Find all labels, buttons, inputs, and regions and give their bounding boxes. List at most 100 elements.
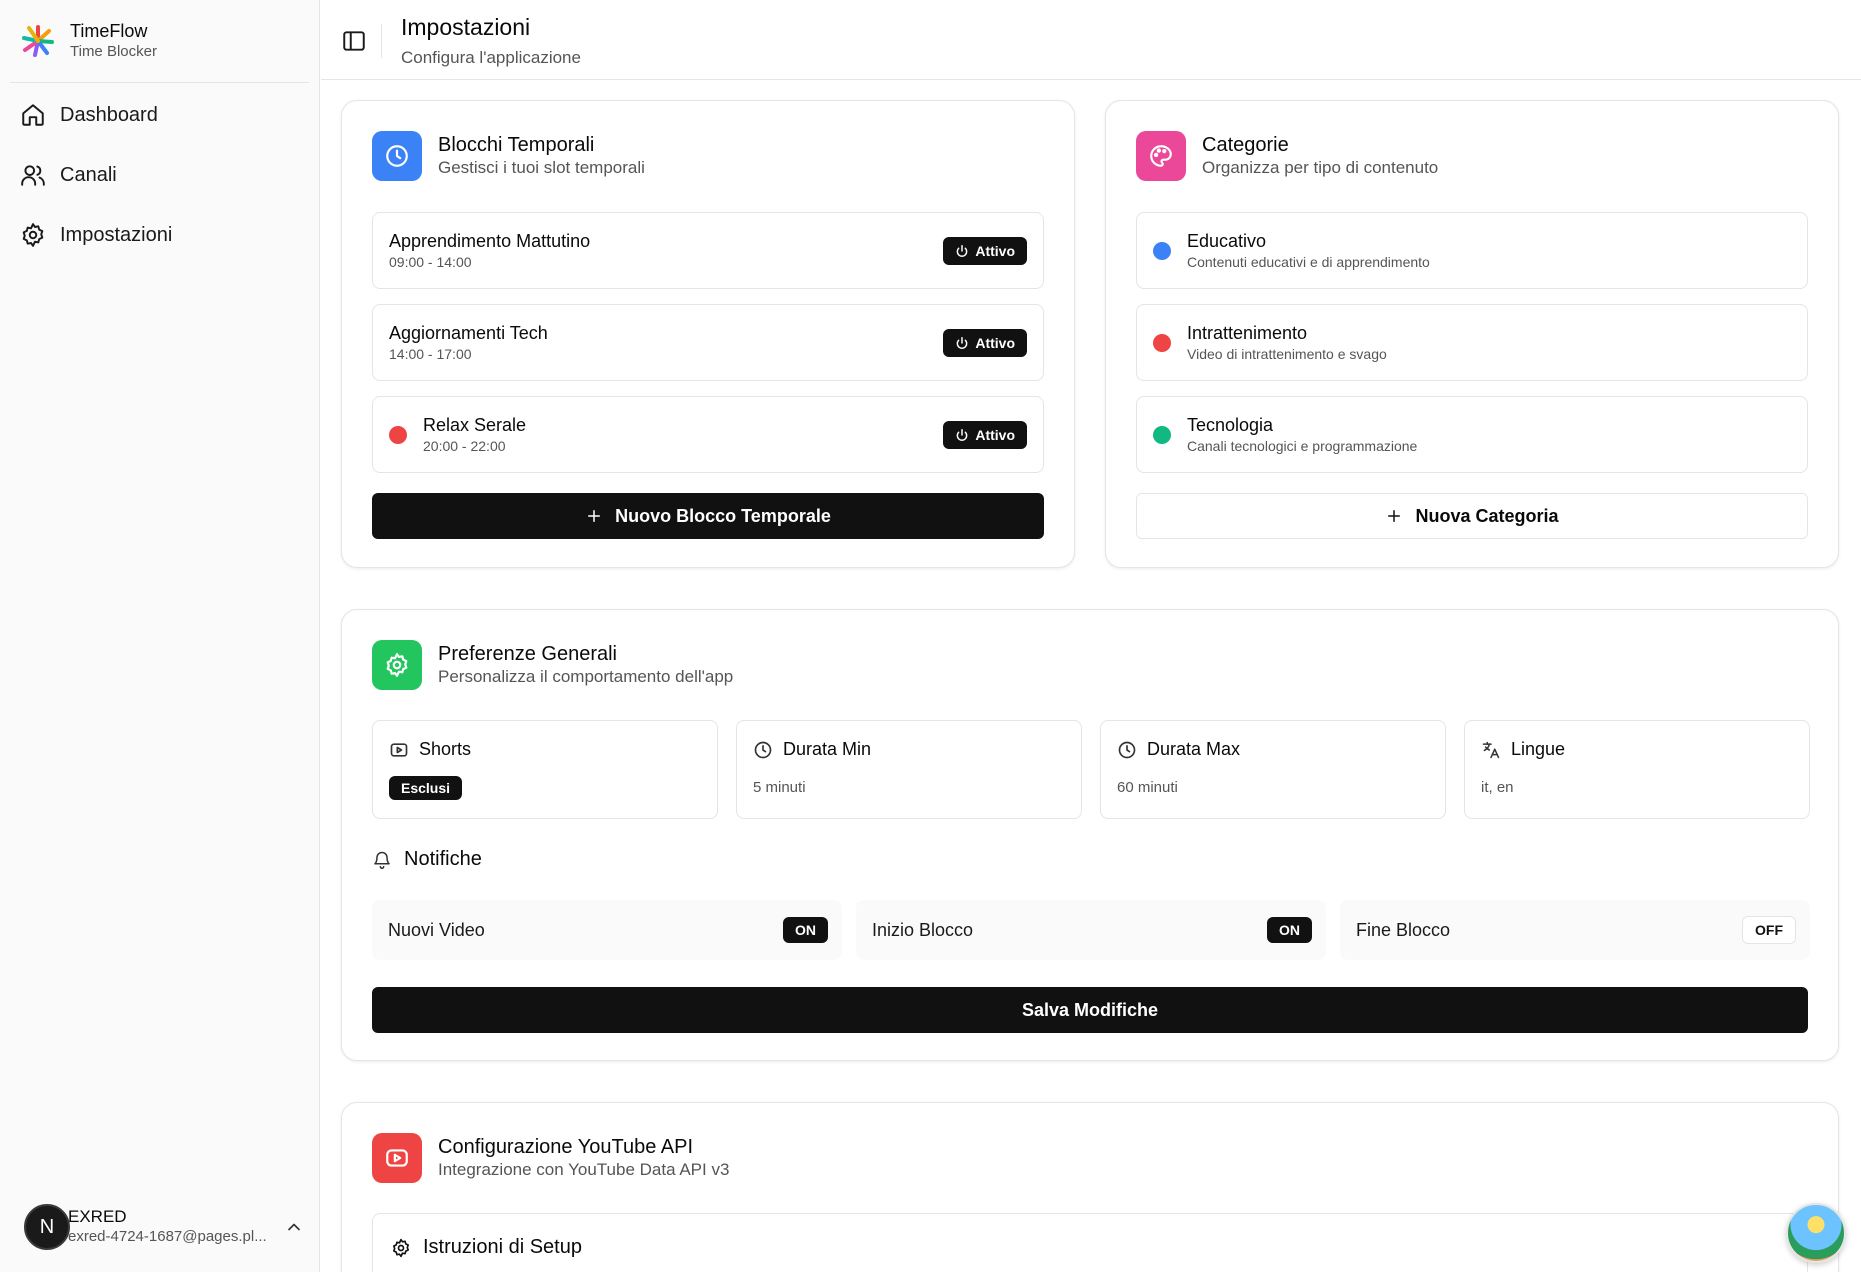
palette-icon — [1150, 145, 1172, 167]
youtube-api-card: Configurazione YouTube API Integrazione … — [341, 1102, 1839, 1272]
live-dot — [389, 425, 407, 444]
category-name: Tecnologia — [1187, 414, 1274, 435]
plus-icon — [1388, 510, 1401, 522]
sidebar: TimeFlow Time Blocker Dashboard Canali I… — [0, 0, 320, 1272]
settings-tile — [372, 640, 422, 690]
sidebar-item-impostazioni[interactable]: Impostazioni — [10, 210, 309, 260]
status-badge[interactable]: Attivo — [943, 420, 1027, 449]
clock-icon — [1118, 741, 1136, 758]
category-description: Video di intrattenimento e svago — [1187, 345, 1387, 362]
app-subtitle: Time Blocker — [70, 43, 157, 60]
card-subtitle: Gestisci i tuoi slot temporali — [438, 158, 645, 177]
time-block-row[interactable]: Aggiornamenti Tech 14:00 - 17:00 Attivo — [372, 304, 1044, 381]
floating-assistant-button[interactable] — [1786, 1203, 1846, 1263]
setting-value: 5 minuti — [753, 779, 806, 796]
bell-icon — [374, 851, 390, 869]
brand[interactable]: TimeFlow Time Blocker — [20, 20, 157, 62]
card-subtitle: Integrazione con YouTube Data API v3 — [438, 1160, 730, 1179]
notification-block-start: Inizio Blocco ON — [856, 900, 1326, 960]
status-badge[interactable]: Attivo — [943, 236, 1027, 265]
plus-icon — [588, 510, 601, 522]
sidebar-item-label: Impostazioni — [60, 223, 173, 246]
min-duration-setting[interactable]: Durata Min 5 minuti — [736, 720, 1082, 819]
user-menu[interactable]: N EXRED exred-4724-1687@pages.pl... — [24, 1200, 304, 1254]
chevron-up-icon[interactable] — [284, 1217, 304, 1237]
time-block-name: Relax Serale — [423, 414, 527, 435]
time-block-name: Apprendimento Mattutino — [389, 230, 591, 251]
notification-new-videos: Nuovi Video ON — [372, 900, 842, 960]
card-subtitle: Personalizza il comportamento dell'app — [438, 667, 734, 686]
clock-icon — [386, 145, 408, 167]
category-color-dot — [1153, 241, 1171, 260]
status-label: Attivo — [975, 242, 1015, 259]
category-description: Canali tecnologici e programmazione — [1187, 437, 1418, 454]
category-name: Educativo — [1187, 230, 1267, 251]
timeflow-logo-icon — [22, 25, 54, 57]
setting-value: 60 minuti — [1117, 779, 1178, 796]
gear-icon — [386, 653, 408, 677]
notifications-title: Notifiche — [404, 848, 482, 870]
category-row[interactable]: Educativo Contenuti educativi e di appre… — [1136, 212, 1808, 289]
notifications-heading: Notifiche — [372, 848, 482, 871]
page-subtitle: Configura l'applicazione — [401, 48, 581, 67]
button-label: Salva Modifiche — [1021, 999, 1159, 1020]
notification-block-end: Fine Blocco OFF — [1340, 900, 1810, 960]
sidebar-divider — [10, 82, 309, 83]
sidebar-nav: Dashboard Canali Impostazioni — [10, 90, 309, 270]
shorts-badge[interactable]: Esclusi — [389, 776, 463, 800]
power-icon — [956, 244, 968, 257]
button-label: Nuova Categoria — [1415, 505, 1559, 526]
card-subtitle: Organizza per tipo di contenuto — [1202, 158, 1439, 177]
preferences-card: Preferenze Generali Personalizza il comp… — [341, 609, 1839, 1061]
sidebar-item-label: Canali — [60, 163, 117, 186]
languages-setting[interactable]: Lingue it, en — [1464, 720, 1810, 819]
notification-toggle[interactable]: ON — [783, 917, 828, 943]
setting-label: Durata Min — [783, 739, 872, 759]
setup-instructions[interactable]: Istruzioni di Setup — [372, 1213, 1808, 1272]
card-title: Blocchi Temporali — [438, 134, 595, 156]
avatar: N — [24, 1204, 70, 1250]
time-block-time: 09:00 - 14:00 — [389, 253, 472, 270]
notification-toggle[interactable]: OFF — [1742, 916, 1796, 944]
sidebar-item-canali[interactable]: Canali — [10, 150, 309, 200]
setup-title: Istruzioni di Setup — [423, 1236, 582, 1258]
translate-icon — [1482, 741, 1500, 758]
new-category-button[interactable]: Nuova Categoria — [1136, 493, 1808, 539]
notification-toggle[interactable]: ON — [1267, 917, 1312, 943]
sidebar-toggle-icon[interactable] — [341, 28, 367, 54]
power-icon — [956, 336, 968, 349]
status-label: Attivo — [975, 334, 1015, 351]
time-block-row[interactable]: Apprendimento Mattutino 09:00 - 14:00 At… — [372, 212, 1044, 289]
status-label: Attivo — [975, 426, 1015, 443]
clock-tile — [372, 131, 422, 181]
video-icon — [390, 742, 408, 757]
category-color-dot — [1153, 333, 1171, 352]
user-name: EXRED — [68, 1207, 127, 1226]
sidebar-item-dashboard[interactable]: Dashboard — [10, 90, 309, 140]
categories-card: Categorie Organizza per tipo di contenut… — [1105, 100, 1839, 568]
clock-icon — [754, 741, 772, 758]
time-blocks-card: Blocchi Temporali Gestisci i tuoi slot t… — [341, 100, 1075, 568]
youtube-icon — [386, 1149, 408, 1167]
save-changes-button[interactable]: Salva Modifiche — [372, 987, 1808, 1033]
status-badge[interactable]: Attivo — [943, 328, 1027, 357]
category-row[interactable]: Intrattenimento Video di intrattenimento… — [1136, 304, 1808, 381]
card-title: Categorie — [1202, 134, 1289, 156]
shorts-setting[interactable]: Shorts Esclusi — [372, 720, 718, 819]
app-name: TimeFlow — [70, 21, 148, 41]
time-block-row[interactable]: Relax Serale 20:00 - 22:00 Attivo — [372, 396, 1044, 473]
user-email: exred-4724-1687@pages.pl... — [68, 1228, 267, 1245]
max-duration-setting[interactable]: Durata Max 60 minuti — [1100, 720, 1446, 819]
sidebar-item-label: Dashboard — [60, 103, 158, 126]
setting-label: Lingue — [1511, 739, 1566, 759]
card-title: Configurazione YouTube API — [438, 1136, 694, 1158]
new-time-block-button[interactable]: Nuovo Blocco Temporale — [372, 493, 1044, 539]
setting-value: it, en — [1481, 779, 1514, 796]
category-color-dot — [1153, 425, 1171, 444]
category-row[interactable]: Tecnologia Canali tecnologici e programm… — [1136, 396, 1808, 473]
power-icon — [956, 428, 968, 441]
header-divider — [381, 24, 382, 58]
page-title: Impostazioni — [401, 14, 531, 40]
time-block-time: 20:00 - 22:00 — [423, 437, 506, 454]
gear-icon — [22, 223, 44, 247]
